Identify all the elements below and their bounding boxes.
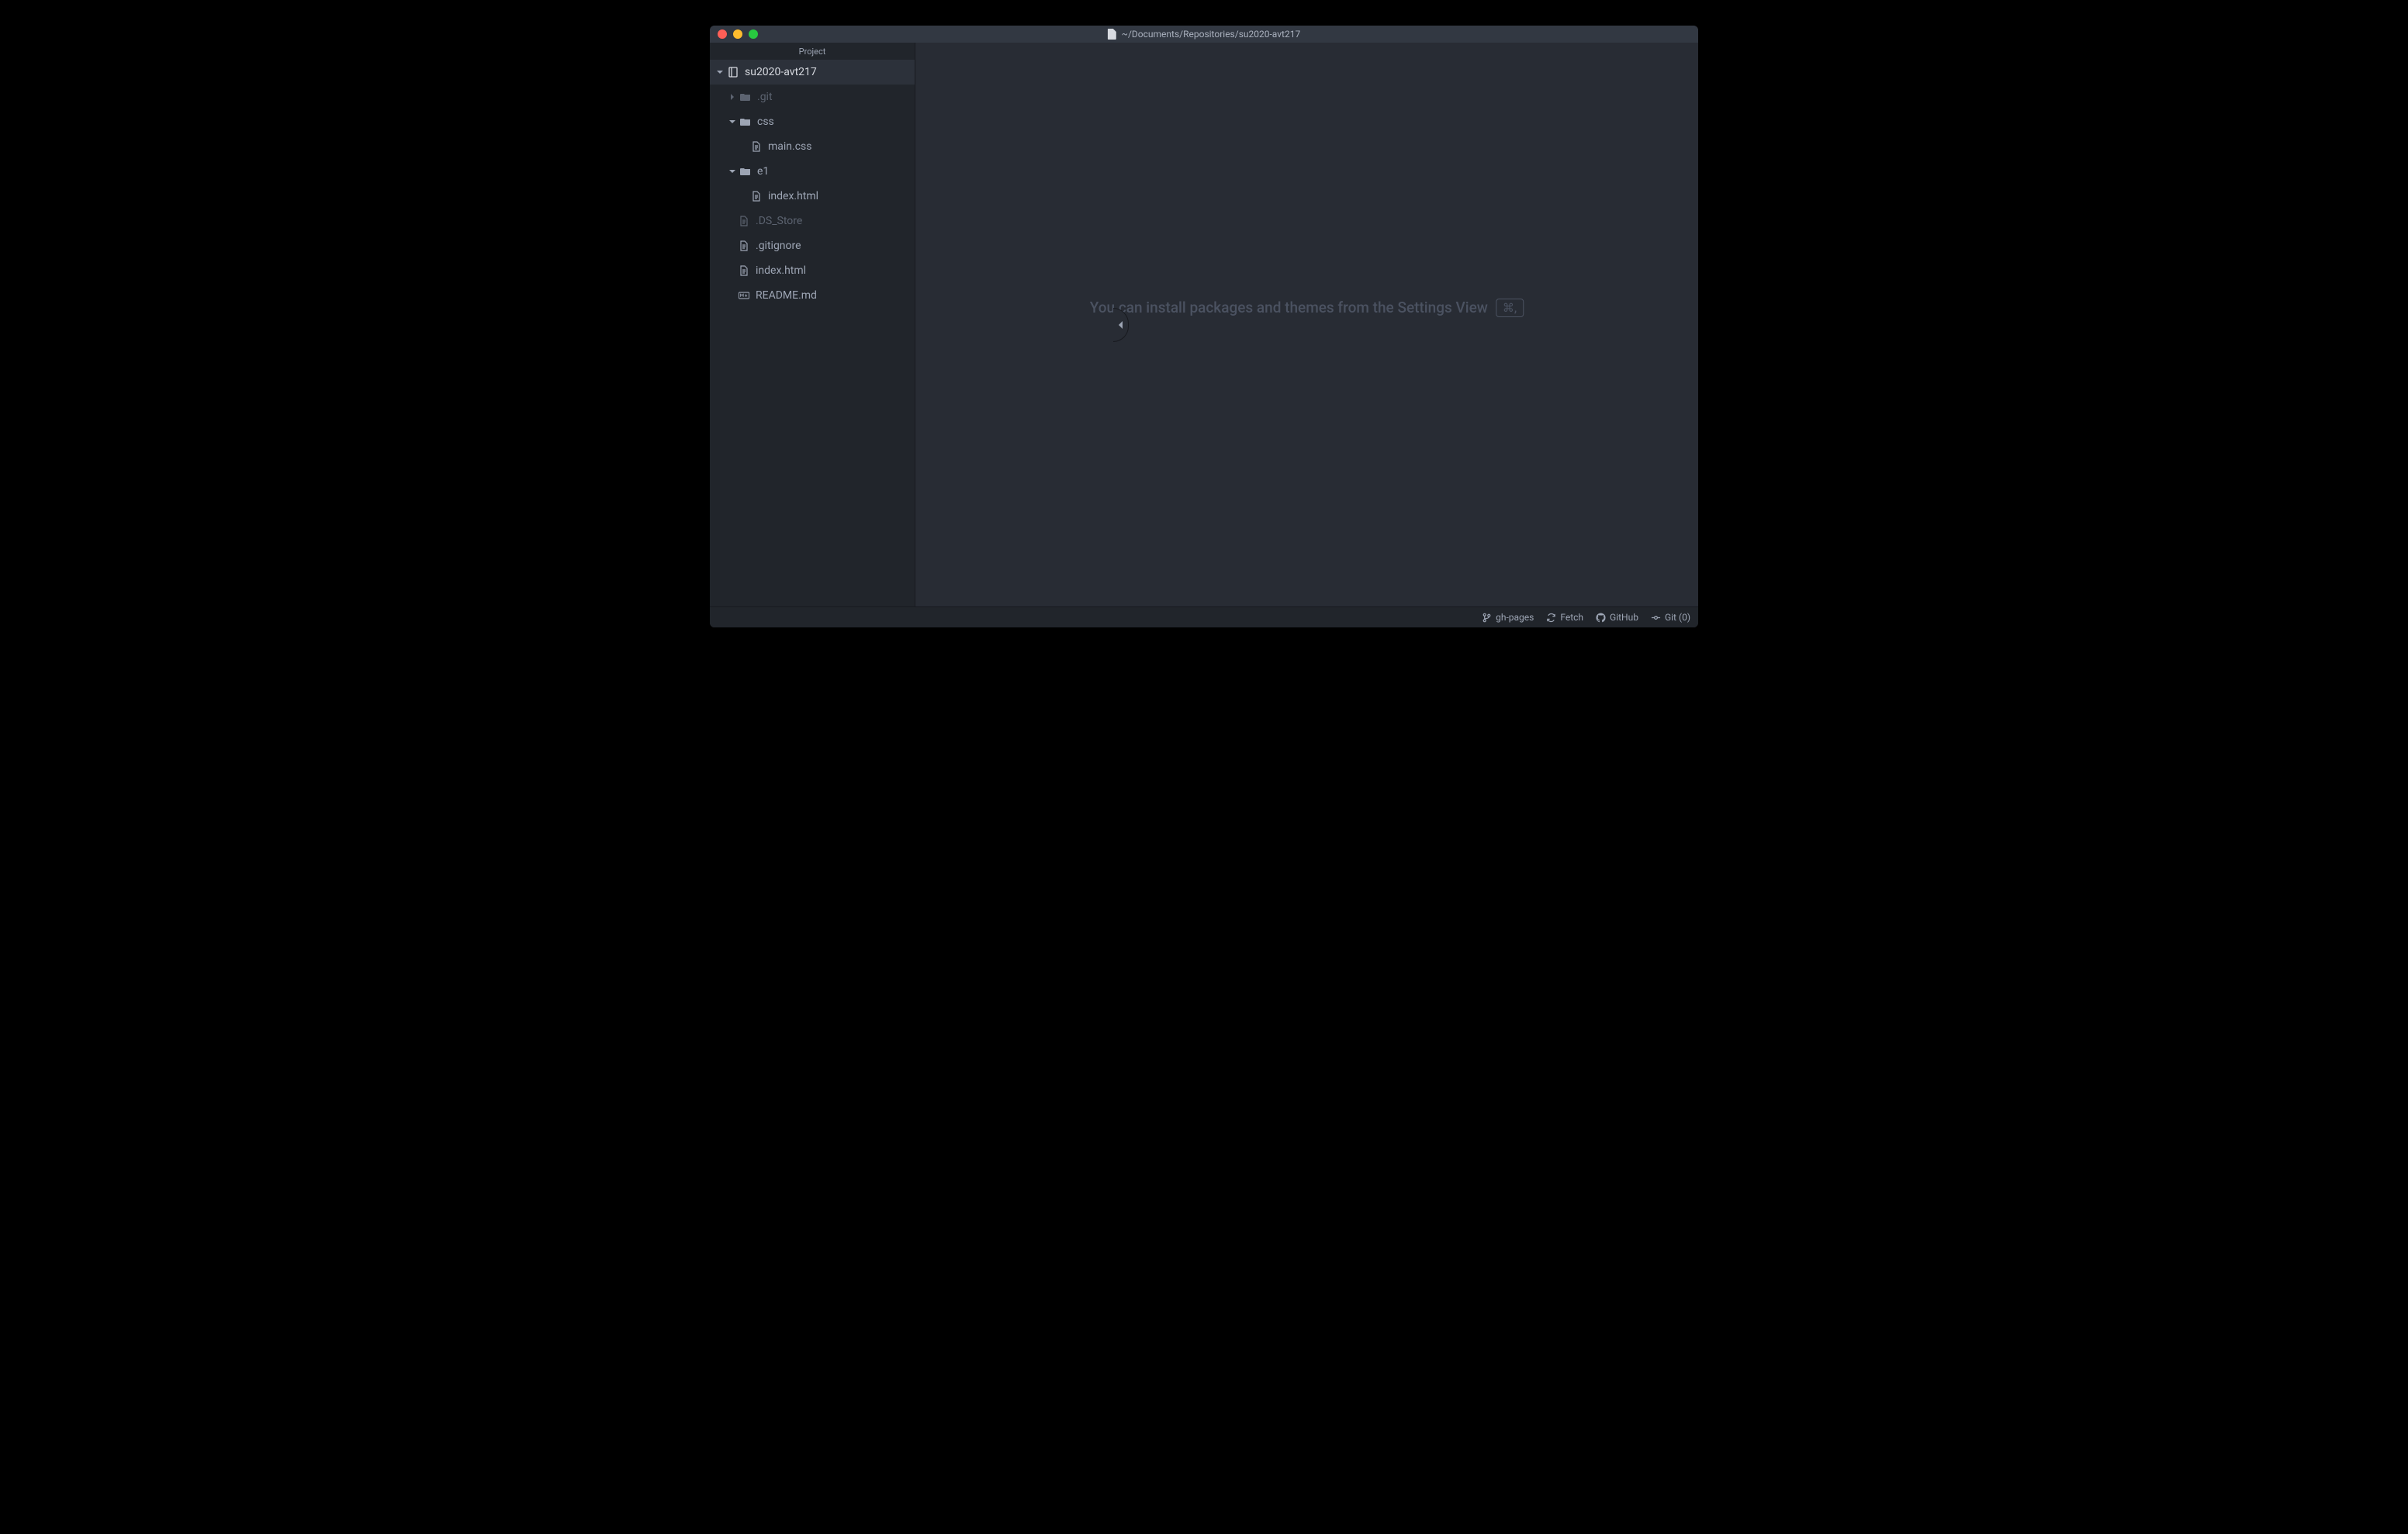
tree-file-readme[interactable]: README.md [710,283,915,308]
tree-folder-e1[interactable]: e1 [710,159,915,184]
window-minimize-button[interactable] [733,29,742,39]
file-icon [750,190,763,202]
git-branch-icon [1482,613,1492,623]
status-branch[interactable]: gh-pages [1482,612,1534,623]
tree-root-label: su2020-avt217 [745,66,817,78]
tree-item-label: css [757,116,774,128]
tree-item-label: .git [757,91,773,103]
titlebar: ~/Documents/Repositories/su2020-avt217 [710,26,1698,43]
chevron-down-icon [727,119,738,125]
tree-item-label: .gitignore [756,240,801,252]
window-close-button[interactable] [718,29,727,39]
chevron-left-icon [1118,321,1124,329]
tree-item-label: README.md [756,289,817,302]
status-github[interactable]: GitHub [1596,612,1638,623]
github-icon [1596,613,1606,623]
tree-item-label: index.html [756,264,806,277]
markdown-icon [738,289,750,302]
tree-item-label: index.html [768,190,818,202]
file-icon [750,140,763,153]
tree-item-label: e1 [757,165,769,178]
folder-icon [739,165,752,178]
welcome-hint-text: You can install packages and themes from… [1090,299,1488,316]
keyboard-shortcut: ⌘, [1496,299,1524,317]
file-icon [738,264,750,277]
editor-pane: You can install packages and themes from… [915,43,1698,606]
git-commit-icon [1651,613,1661,623]
tree-file-gitignore[interactable]: .gitignore [710,233,915,258]
chevron-down-icon [714,69,725,75]
file-icon [738,215,750,227]
status-git-label: Git (0) [1665,612,1690,623]
sync-icon [1546,613,1556,623]
sidebar-header: Project [710,43,915,60]
status-github-label: GitHub [1610,612,1638,623]
status-bar: gh-pages Fetch GitHub Git (0) [710,606,1698,627]
welcome-hint: You can install packages and themes from… [1090,299,1524,317]
file-icon [738,240,750,252]
window-maximize-button[interactable] [749,29,758,39]
status-branch-label: gh-pages [1496,612,1534,623]
status-fetch[interactable]: Fetch [1546,612,1583,623]
sidebar: Project su2020-avt217 .git css [710,43,915,606]
chevron-right-icon [727,94,738,100]
repo-icon [727,66,739,78]
document-icon [1108,29,1117,40]
status-fetch-label: Fetch [1560,612,1583,623]
chevron-down-icon [727,168,738,174]
editor-window: ~/Documents/Repositories/su2020-avt217 P… [710,26,1698,627]
file-tree: su2020-avt217 .git css main.css [710,60,915,308]
titlebar-path: ~/Documents/Repositories/su2020-avt217 [1122,29,1300,40]
folder-icon [739,116,752,128]
tree-item-label: .DS_Store [756,215,802,227]
tree-folder-css[interactable]: css [710,109,915,134]
folder-icon [739,91,752,103]
tree-file-main-css[interactable]: main.css [710,134,915,159]
tree-item-label: main.css [768,140,812,153]
tree-file-index[interactable]: index.html [710,258,915,283]
tree-file-dsstore[interactable]: .DS_Store [710,209,915,233]
tree-file-e1-index[interactable]: index.html [710,184,915,209]
tree-folder-git[interactable]: .git [710,85,915,109]
tree-root[interactable]: su2020-avt217 [710,60,915,85]
status-git[interactable]: Git (0) [1651,612,1690,623]
